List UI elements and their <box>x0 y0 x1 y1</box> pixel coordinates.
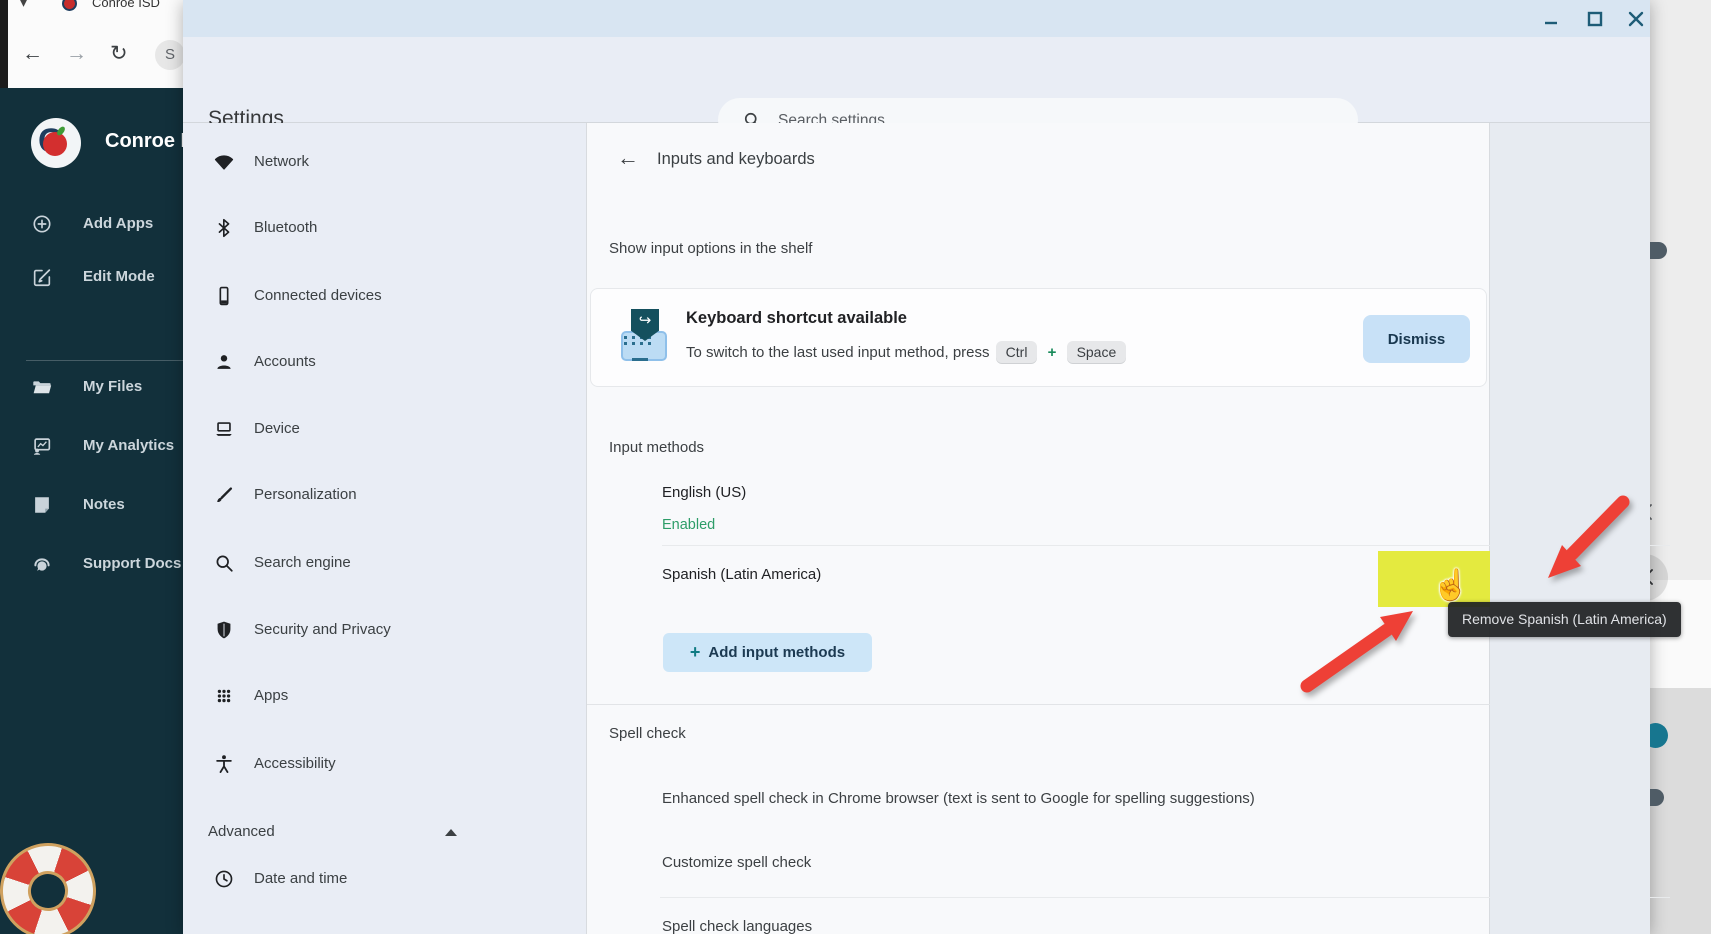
sidebar-item-add-apps[interactable]: Add Apps <box>0 213 183 239</box>
screen: ▾ Conroe ISD ← → ↻ S C Conroe ISD Add Ap… <box>0 0 1711 934</box>
clock-icon <box>213 868 235 890</box>
plus-icon: + <box>690 642 701 662</box>
inputs-keyboards-panel: ← Inputs and keyboards Show input option… <box>586 123 1490 934</box>
annotation-arrow-upper-icon <box>1528 492 1648 592</box>
nav-item-connected-devices[interactable]: Connected devices <box>183 284 586 310</box>
card-title: Keyboard shortcut available <box>686 309 907 328</box>
nav-item-search-engine[interactable]: Search engine <box>183 551 586 577</box>
close-button[interactable] <box>1623 6 1649 32</box>
nav-item-bluetooth[interactable]: Bluetooth <box>183 216 586 242</box>
brand-name: Conroe ISD <box>105 130 183 153</box>
screen-edge <box>0 0 8 90</box>
minimize-button[interactable] <box>1538 6 1564 32</box>
shield-icon <box>213 619 235 641</box>
plus-separator: + <box>1048 344 1057 361</box>
browser-tab-title[interactable]: Conroe ISD <box>92 0 160 10</box>
apps-grid-icon <box>213 685 235 707</box>
nav-item-date-time[interactable]: Date and time <box>183 867 586 893</box>
customize-spell-check-label: Customize spell check <box>662 854 811 871</box>
analytics-icon <box>31 435 53 457</box>
plus-circle-icon <box>31 213 53 235</box>
magnifier-icon <box>213 552 235 574</box>
browser-avatar[interactable]: S <box>155 40 185 70</box>
spell-check-label: Spell check <box>609 725 686 742</box>
ctrl-keycap: Ctrl <box>996 341 1038 363</box>
enhanced-spell-check-label: Enhanced spell check in Chrome browser (… <box>662 790 1322 807</box>
tooltip: Remove Spanish (Latin America) <box>1448 602 1681 637</box>
conroe-logo: C <box>31 118 81 168</box>
tab-favicon <box>62 0 77 11</box>
laptop-icon <box>213 418 235 440</box>
sidebar-divider <box>26 360 183 361</box>
settings-header: Settings <box>183 37 1650 123</box>
folder-icon <box>31 376 53 398</box>
collapse-caret-icon <box>445 829 457 836</box>
browser-back-button[interactable]: ← <box>22 42 43 66</box>
nav-item-security-privacy[interactable]: Security and Privacy <box>183 618 586 644</box>
spell-check-languages-label: Spell check languages <box>662 918 812 934</box>
maximize-button[interactable] <box>1582 6 1608 32</box>
wifi-icon <box>213 151 235 173</box>
sidebar-item-my-files[interactable]: My Files <box>0 376 183 402</box>
accessibility-icon <box>213 753 235 775</box>
annotation-arrow-lower-icon <box>1295 600 1425 695</box>
settings-window: Settings Network Bluetooth <box>183 0 1650 934</box>
space-keycap: Space <box>1067 341 1127 363</box>
nav-item-accounts[interactable]: Accounts <box>183 350 586 376</box>
nav-item-apps[interactable]: Apps <box>183 684 586 710</box>
tab-caret-icon[interactable]: ▾ <box>20 0 27 11</box>
support-headset-icon <box>31 553 53 575</box>
page-title: Inputs and keyboards <box>657 150 815 169</box>
window-titlebar <box>183 0 1650 37</box>
brush-icon <box>213 484 235 506</box>
section-divider <box>587 704 1491 705</box>
sidebar-item-support-docs[interactable]: Support Docs <box>0 553 183 579</box>
browser-reload-button[interactable]: ↻ <box>110 41 128 66</box>
back-arrow-button[interactable]: ← <box>617 145 639 171</box>
nav-item-accessibility[interactable]: Accessibility <box>183 752 586 778</box>
keyboard-shortcut-icon: ↪ <box>619 313 671 365</box>
add-input-methods-button[interactable]: +Add input methods <box>663 633 872 672</box>
life-preserver-image <box>0 831 108 934</box>
shelf-option-label: Show input options in the shelf <box>609 240 812 257</box>
keyboard-shortcut-card: ↪ Keyboard shortcut available To switch … <box>590 288 1487 387</box>
note-icon <box>31 494 53 516</box>
sidebar-item-my-analytics[interactable]: My Analytics <box>0 435 183 461</box>
card-description: To switch to the last used input method,… <box>686 341 1128 363</box>
nav-item-personalization[interactable]: Personalization <box>183 483 586 509</box>
dismiss-button[interactable]: Dismiss <box>1363 315 1470 363</box>
school-sidebar: C Conroe ISD Add Apps Edit Mode <box>0 88 183 934</box>
edit-icon <box>31 266 53 288</box>
nav-item-device[interactable]: Device <box>183 417 586 443</box>
enabled-status: Enabled <box>662 517 715 533</box>
sidebar-item-notes[interactable]: Notes <box>0 494 183 520</box>
nav-advanced-toggle[interactable]: Advanced <box>183 820 586 846</box>
nav-item-network[interactable]: Network <box>183 150 586 176</box>
browser-forward-button[interactable]: → <box>66 42 87 66</box>
input-methods-section-label: Input methods <box>609 439 704 456</box>
hand-cursor-icon: ☝ <box>1432 568 1469 603</box>
settings-nav: Network Bluetooth Connected devices Acco… <box>183 123 586 934</box>
bluetooth-icon <box>213 217 235 239</box>
phone-icon <box>213 285 235 307</box>
apple-icon <box>43 132 67 156</box>
sidebar-item-edit-mode[interactable]: Edit Mode <box>0 266 183 292</box>
person-icon <box>213 351 235 373</box>
